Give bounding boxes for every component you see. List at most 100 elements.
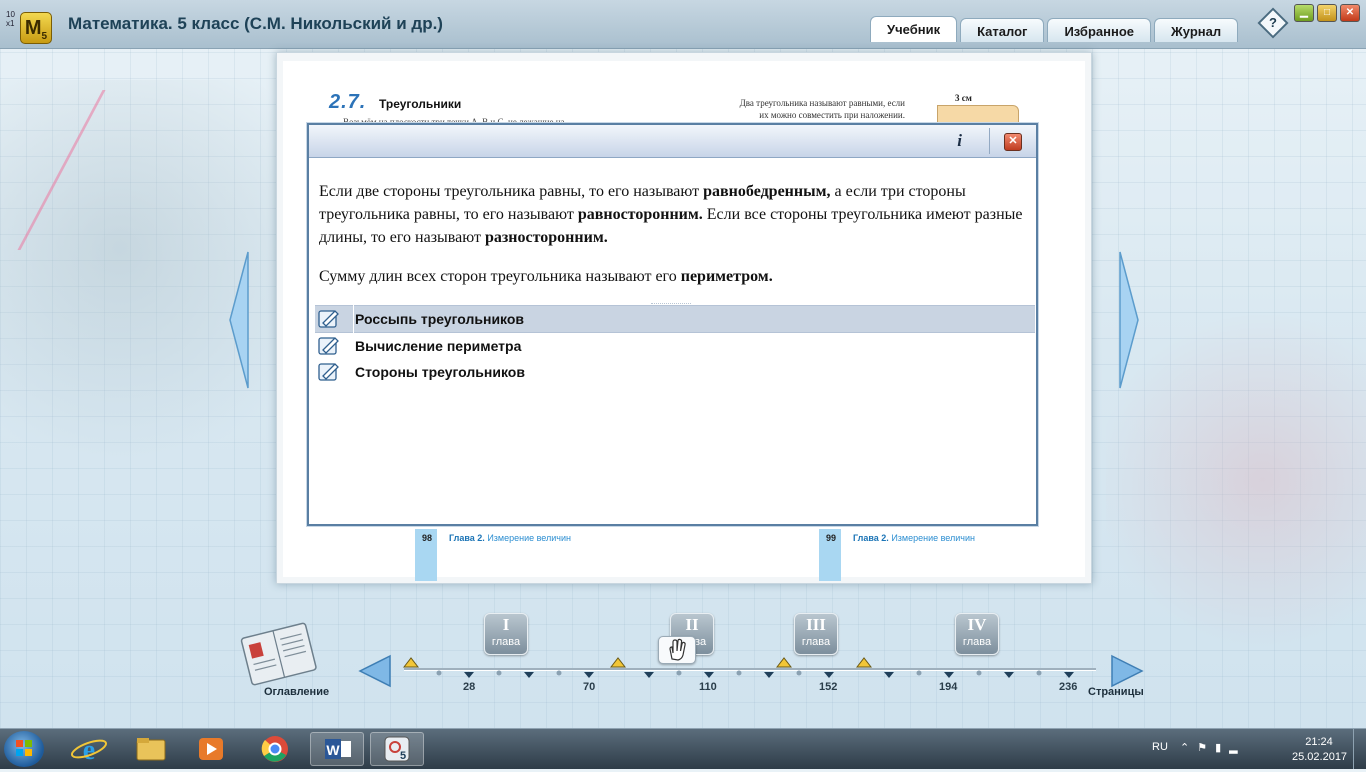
chevron-up-icon[interactable]: ⌃ — [1180, 742, 1197, 754]
taskbar-internet-explorer[interactable]: e — [62, 732, 116, 766]
svg-text:W: W — [326, 742, 340, 758]
help-button[interactable]: ? — [1257, 7, 1289, 39]
list-item[interactable]: Стороны треугольников — [315, 359, 1035, 385]
page-chapter-left: Глава 2. Измерение величин — [449, 533, 571, 543]
chapter-label: глава — [962, 636, 992, 648]
chapter-label: глава — [801, 636, 831, 648]
section-title: Треугольники — [379, 97, 462, 111]
svg-text:5: 5 — [400, 750, 406, 762]
chapter-roman: II — [685, 615, 699, 634]
chapter-roman: IV — [967, 615, 987, 634]
folder-icon — [136, 738, 166, 761]
chapter-marker-icon — [609, 657, 627, 668]
previous-arrow-icon[interactable] — [358, 654, 392, 688]
list-item-label: Стороны треугольников — [355, 364, 525, 380]
definition-paragraph: Если две стороны треугольника равны, то … — [319, 180, 1026, 249]
close-window-button[interactable]: ✕ — [1340, 4, 1360, 22]
chapter-label: Глава 2. — [853, 533, 889, 543]
battery-icon[interactable]: ▮ — [1215, 742, 1229, 754]
term-equilateral: равносторонним. — [577, 206, 703, 223]
next-arrow-icon[interactable] — [1110, 654, 1144, 688]
windows-logo-icon — [16, 740, 32, 756]
chapter-label: глава — [491, 636, 521, 648]
dialog-body: Если две стороны треугольника равны, то … — [309, 158, 1036, 288]
word-icon: W — [325, 739, 351, 759]
page-number-right: 99 — [826, 533, 837, 543]
taskbar-media-player[interactable] — [184, 732, 238, 766]
chapter-title: Измерение величин — [487, 533, 571, 543]
clock-time: 21:24 — [1305, 736, 1333, 748]
pencil-notebook-icon — [315, 308, 343, 330]
page-chapter-right: Глава 2. Измерение величин — [853, 533, 975, 543]
divider — [651, 303, 691, 304]
chapter-title: Измерение величин — [891, 533, 975, 543]
chapter-marker-icon — [855, 657, 873, 668]
next-page-arrow-icon[interactable] — [1118, 250, 1140, 390]
minimize-button[interactable]: ▁ — [1294, 4, 1314, 22]
page-tick-label: 194 — [939, 681, 958, 693]
chapter-marker-icon — [402, 657, 420, 668]
pages-label[interactable]: Страницы — [1088, 686, 1144, 698]
show-desktop-button[interactable] — [1353, 729, 1366, 769]
header-divider — [989, 128, 990, 154]
taskbar-math-app[interactable]: 5 — [370, 732, 424, 766]
chrome-icon — [261, 736, 288, 762]
maximize-button[interactable]: □ — [1317, 4, 1337, 22]
term-isosceles: равнобедренным, — [703, 183, 831, 200]
page-tick-label: 152 — [819, 681, 838, 693]
info-icon[interactable]: i — [957, 131, 962, 151]
taskbar-word[interactable]: W — [310, 732, 364, 766]
app-logo-letter: M — [24, 17, 42, 39]
app-logo-sub: 5 — [41, 31, 48, 42]
signal-icon[interactable]: ▂ — [1229, 742, 1245, 754]
list-item-label: Вычисление периметра — [355, 338, 522, 354]
chapter-4-button[interactable]: IV глава — [955, 613, 999, 655]
pencil-notebook-icon — [315, 361, 343, 383]
system-tray-icons[interactable]: ⌃⚑▮▂ — [1180, 741, 1246, 754]
chapter-roman: I — [502, 615, 510, 634]
info-dialog: i ✕ Если две стороны треугольника равны,… — [307, 123, 1038, 526]
term-scalene: разносторонним. — [484, 229, 608, 246]
taskbar-file-explorer[interactable] — [124, 732, 178, 766]
taskbar-chrome[interactable] — [248, 732, 302, 766]
text: Если две стороны треугольника равны, то … — [319, 183, 704, 200]
list-item[interactable]: Вычисление периметра — [315, 333, 1035, 359]
flag-icon[interactable]: ⚑ — [1197, 742, 1215, 754]
clock-date: 25.02.2017 — [1292, 751, 1348, 763]
dialog-header: i ✕ — [309, 125, 1036, 158]
previous-page-arrow-icon[interactable] — [228, 250, 250, 390]
chapter-1-button[interactable]: I глава — [484, 613, 528, 655]
toc-label[interactable]: Оглавление — [264, 686, 329, 698]
media-player-icon — [199, 738, 223, 760]
section-number: 2.7. — [329, 91, 367, 113]
taskbar: e W 5 RU ⌃⚑▮▂ 21:24 25.02.2017 — [0, 728, 1366, 769]
chapter-label: Глава 2. — [449, 533, 485, 543]
chapter-marker-icon — [775, 657, 793, 668]
app-logo-small-text: 10 x1 — [6, 10, 15, 28]
math-app-icon: 5 — [384, 736, 410, 762]
ruler-label: 3 см — [955, 93, 972, 103]
window-title: Математика. 5 класс (С.М. Никольский и д… — [68, 14, 443, 33]
language-indicator[interactable]: RU — [1152, 741, 1168, 753]
tab-bar: Учебник Каталог Избранное Журнал — [870, 16, 1239, 42]
list-item[interactable]: Россыпь треугольников — [315, 305, 1035, 333]
tab-favorites[interactable]: Избранное — [1047, 18, 1152, 42]
close-button[interactable]: ✕ — [1004, 133, 1022, 151]
start-button[interactable] — [4, 731, 44, 767]
chapter-3-button[interactable]: III глава — [794, 613, 838, 655]
tab-textbook[interactable]: Учебник — [870, 16, 958, 42]
page-slider-markers — [402, 657, 1074, 678]
title-bar: 10 x1 M5 Математика. 5 класс (С.М. Никол… — [0, 0, 1366, 49]
app-logo-icon: 10 x1 M5 — [4, 8, 52, 44]
svg-text:e: e — [83, 735, 95, 766]
resource-list: Россыпь треугольников Вычисление перимет… — [315, 305, 1035, 385]
internet-explorer-icon: e — [70, 735, 108, 766]
tab-catalog[interactable]: Каталог — [960, 18, 1045, 42]
background-shape — [1106, 300, 1366, 660]
tab-journal[interactable]: Журнал — [1154, 18, 1239, 42]
clock[interactable]: 21:24 25.02.2017 — [1292, 735, 1348, 765]
page-number-left: 98 — [422, 533, 433, 543]
table-of-contents-book-icon[interactable] — [238, 620, 320, 690]
page-tick-label: 28 — [463, 681, 476, 693]
window-controls: ▁ □ ✕ — [1294, 4, 1360, 22]
